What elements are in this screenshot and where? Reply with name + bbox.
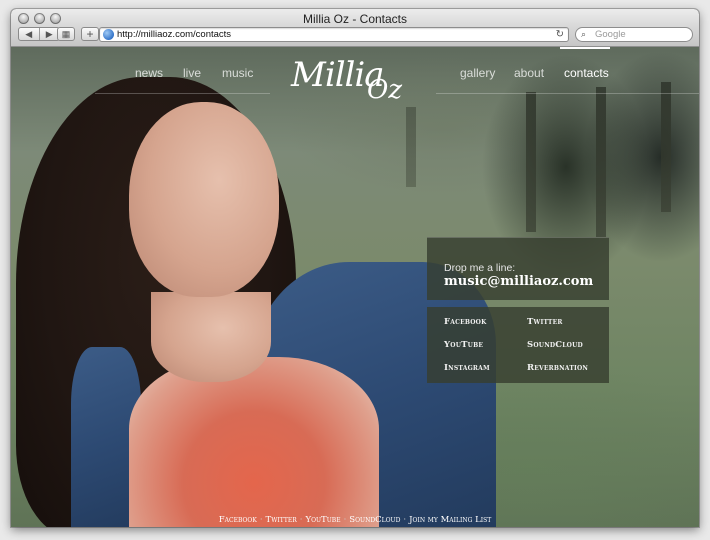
background-tree <box>661 82 671 212</box>
site-logo-oz[interactable]: Oz <box>367 75 402 105</box>
nav-left: news live music <box>95 47 270 94</box>
search-field[interactable]: ⌕ Google <box>575 27 693 42</box>
separator-dot: · <box>259 515 263 525</box>
plus-icon: + <box>86 27 94 41</box>
portrait-face <box>129 102 279 297</box>
nav-item-gallery[interactable]: gallery <box>460 66 495 80</box>
add-bookmark-button[interactable]: + <box>81 27 99 41</box>
back-arrow-icon[interactable]: ◀ <box>19 28 40 40</box>
grid-icon: ▦ <box>61 28 71 39</box>
nav-item-contacts[interactable]: contacts <box>564 66 609 80</box>
social-link-soundcloud[interactable]: SoundCloud <box>527 340 583 350</box>
reload-icon[interactable]: ↻ <box>556 28 564 41</box>
contact-email-link[interactable]: music@milliaoz.com <box>444 274 609 290</box>
top-sites-button[interactable]: ▦ <box>57 27 75 41</box>
separator-dot: · <box>403 515 407 525</box>
portrait-shirt <box>129 357 379 527</box>
browser-titlebar: Millia Oz - Contacts ◀ ▶ ▦ + http://mill… <box>11 9 699 47</box>
social-link-twitter[interactable]: Twitter <box>527 317 563 327</box>
footer-link-youtube[interactable]: YouTube <box>305 515 340 525</box>
background-tree <box>526 92 536 232</box>
social-link-instagram[interactable]: Instagram <box>444 363 490 373</box>
contact-label: Drop me a line: <box>444 262 516 274</box>
footer-link-facebook[interactable]: Facebook <box>219 515 257 525</box>
footer-links: Facebook · Twitter · YouTube · SoundCloud · Join… <box>11 515 699 525</box>
footer-link-mailing-list[interactable]: Join my Mailing List <box>409 515 491 525</box>
background-tree <box>596 87 606 237</box>
search-icon: ⌕ <box>581 29 587 39</box>
social-link-reverbnation[interactable]: Reverbnation <box>527 363 588 373</box>
nav-item-news[interactable]: news <box>135 66 163 80</box>
footer-link-twitter[interactable]: Twitter <box>266 515 297 525</box>
window-title: Millia Oz - Contacts <box>302 12 408 26</box>
social-link-youtube[interactable]: YouTube <box>444 340 483 350</box>
search-placeholder: Google <box>595 29 626 40</box>
url-text[interactable]: http://milliaoz.com/contacts <box>117 28 231 41</box>
page-content: news live music gallery about contacts M… <box>11 47 699 527</box>
social-panel: Facebook Twitter YouTube SoundCloud Inst… <box>427 307 609 383</box>
separator-dot: · <box>343 515 347 525</box>
footer-link-soundcloud[interactable]: SoundCloud <box>349 515 400 525</box>
browser-window: Millia Oz - Contacts ◀ ▶ ▦ + http://mill… <box>11 9 699 527</box>
globe-icon <box>103 29 114 40</box>
back-forward-group: ◀ ▶ <box>18 27 60 41</box>
nav-item-about[interactable]: about <box>514 66 544 80</box>
nav-item-live[interactable]: live <box>183 66 201 80</box>
nav-active-indicator <box>560 47 610 49</box>
nav-item-music[interactable]: music <box>222 66 253 80</box>
contact-panel: Drop me a line: music@milliaoz.com <box>427 237 609 300</box>
background-tree <box>406 107 416 187</box>
portrait-neck <box>151 292 271 382</box>
social-link-facebook[interactable]: Facebook <box>444 317 487 327</box>
separator-dot: · <box>299 515 303 525</box>
address-bar[interactable]: http://milliaoz.com/contacts ↻ <box>99 27 569 42</box>
nav-right: gallery about contacts <box>436 47 699 94</box>
